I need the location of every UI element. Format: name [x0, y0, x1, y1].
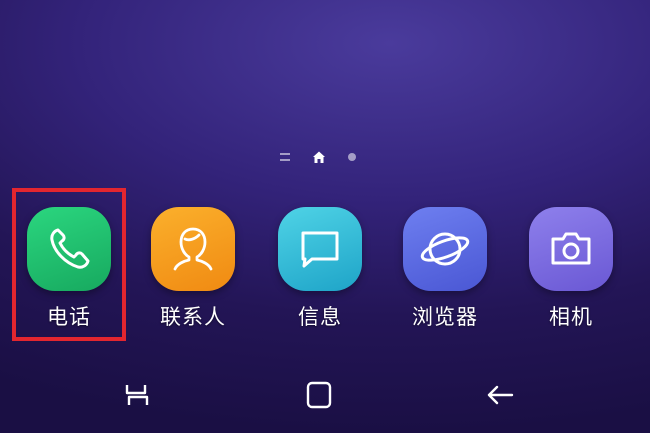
app-label-messages: 信息 [298, 305, 342, 329]
browser-icon [403, 207, 487, 291]
home-page-indicator-icon[interactable] [312, 150, 326, 164]
page-indicator [280, 150, 356, 164]
camera-icon [529, 207, 613, 291]
app-camera[interactable]: 相机 [511, 205, 631, 335]
page-dot-indicator[interactable] [348, 153, 356, 161]
app-label-browser: 浏览器 [412, 305, 478, 329]
home-button[interactable] [297, 373, 341, 417]
messages-icon [278, 207, 362, 291]
app-browser[interactable]: 浏览器 [385, 205, 505, 335]
app-messages[interactable]: 信息 [260, 205, 380, 335]
recent-apps-button[interactable] [115, 373, 159, 417]
back-arrow-icon [487, 385, 514, 405]
back-button[interactable] [478, 373, 522, 417]
apps-page-indicator-icon[interactable] [280, 153, 290, 161]
app-label-contacts: 联系人 [160, 305, 226, 329]
home-square-icon [306, 381, 332, 409]
contacts-icon [151, 207, 235, 291]
phone-highlight-box [12, 188, 126, 341]
app-label-camera: 相机 [549, 305, 593, 329]
recent-apps-icon [125, 385, 149, 405]
navigation-bar [0, 365, 650, 425]
app-contacts[interactable]: 联系人 [133, 205, 253, 335]
